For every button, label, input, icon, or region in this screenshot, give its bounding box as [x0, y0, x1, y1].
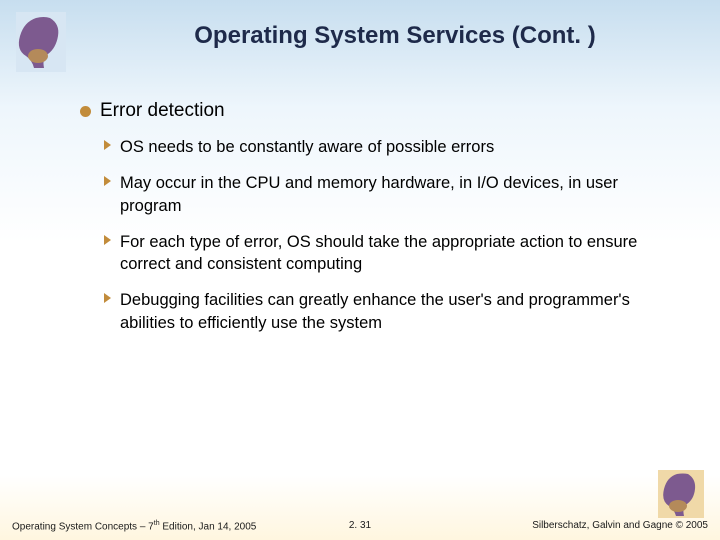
footer-left-pre: Operating System Concepts – 7	[12, 521, 154, 532]
circle-bullet-icon	[80, 106, 91, 117]
footer-left-post: Edition, Jan 14, 2005	[160, 521, 257, 532]
bullet-level2-text: OS needs to be constantly aware of possi…	[120, 138, 494, 156]
bullet-level2-text: May occur in the CPU and memory hardware…	[120, 174, 618, 214]
footer-left: Operating System Concepts – 7th Edition,…	[12, 520, 256, 532]
bullet-level2-text: Debugging facilities can greatly enhance…	[120, 291, 630, 331]
bullet-level2: OS needs to be constantly aware of possi…	[104, 136, 660, 158]
slide-title: Operating System Services (Cont. )	[90, 22, 700, 50]
slide-number: 2. 31	[349, 520, 371, 531]
bullet-level2: May occur in the CPU and memory hardware…	[104, 172, 660, 217]
bullet-level1: Error detection	[80, 100, 660, 122]
arrow-bullet-icon	[104, 293, 111, 303]
slide-footer: Operating System Concepts – 7th Edition,…	[12, 520, 708, 532]
arrow-bullet-icon	[104, 235, 111, 245]
bullet-level2-text: For each type of error, OS should take t…	[120, 233, 637, 273]
slide-content: Error detection OS needs to be constantl…	[80, 100, 660, 348]
dinosaur-logo-bottom-right	[658, 470, 704, 518]
arrow-bullet-icon	[104, 140, 111, 150]
bullet-level2: Debugging facilities can greatly enhance…	[104, 289, 660, 334]
footer-right: Silberschatz, Galvin and Gagne © 2005	[532, 520, 708, 531]
bullet-level2: For each type of error, OS should take t…	[104, 231, 660, 276]
bullet-level1-text: Error detection	[100, 100, 225, 121]
dinosaur-logo-top-left	[16, 12, 66, 72]
arrow-bullet-icon	[104, 176, 111, 186]
